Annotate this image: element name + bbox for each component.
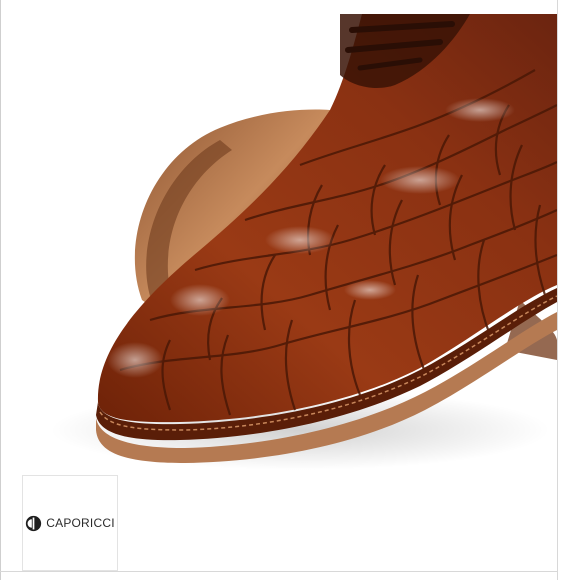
brand-name: CAPORICCI <box>46 516 115 530</box>
brand-logo: CAPORICCI <box>25 515 115 532</box>
product-image-frame: CAPORICCI <box>0 0 580 580</box>
brand-logo-card: CAPORICCI <box>22 475 118 571</box>
left-border <box>0 0 1 580</box>
caporicci-mark-icon <box>26 515 42 531</box>
bottom-border <box>0 571 558 572</box>
right-border <box>557 0 558 580</box>
